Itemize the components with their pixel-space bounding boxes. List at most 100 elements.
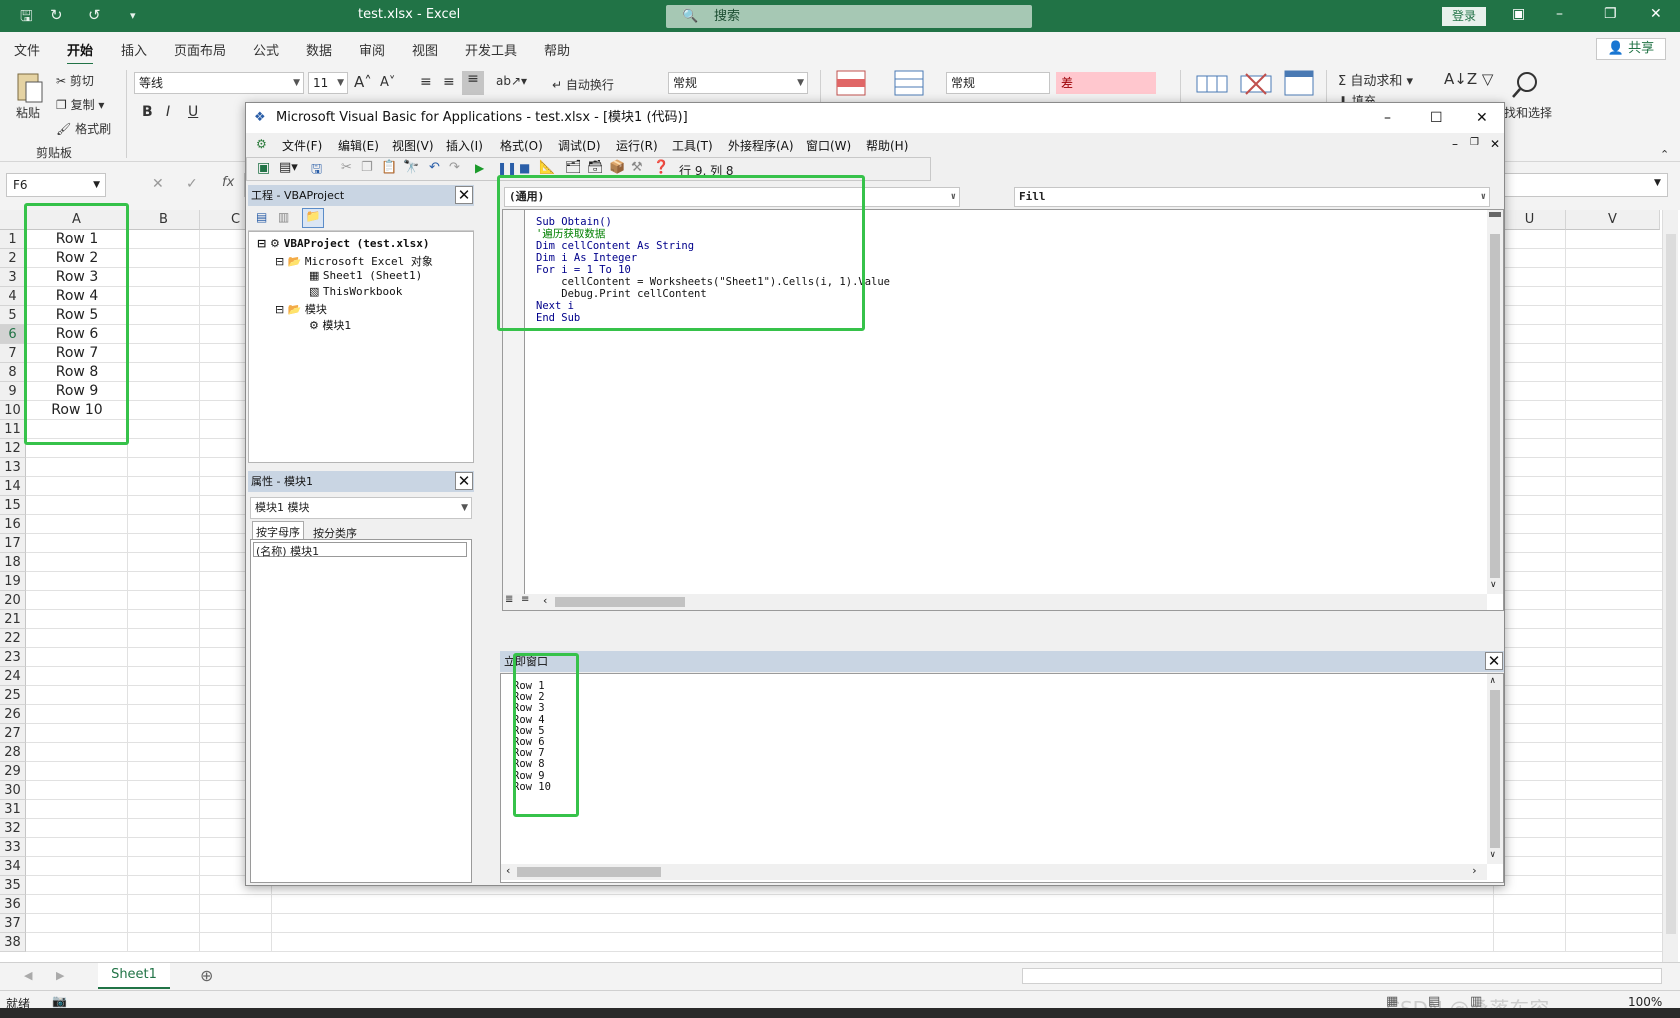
- font-size-combo[interactable]: 11 ▼: [308, 72, 348, 94]
- row-header[interactable]: 33: [0, 838, 26, 857]
- add-sheet-icon[interactable]: ⊕: [200, 966, 213, 985]
- save-icon[interactable]: 🖫: [20, 6, 33, 31]
- align-middle-icon[interactable]: ≡: [443, 74, 455, 90]
- format-cells-icon[interactable]: [1284, 70, 1314, 96]
- copy-button[interactable]: ❐ 复制 ▾: [56, 96, 104, 113]
- scroll-down-icon[interactable]: ∨: [1490, 580, 1497, 590]
- decrease-font-icon[interactable]: A˅: [380, 75, 395, 90]
- row-header[interactable]: 14: [0, 477, 26, 496]
- cancel-icon[interactable]: ✕: [152, 176, 164, 192]
- tab-file[interactable]: 文件: [14, 40, 40, 59]
- tab-review[interactable]: 审阅: [359, 40, 385, 59]
- row-header[interactable]: 37: [0, 914, 26, 933]
- view-object-icon[interactable]: ▥: [278, 210, 289, 224]
- scroll-up-icon[interactable]: ∧: [1490, 676, 1495, 686]
- project-pane-close[interactable]: ✕: [455, 186, 473, 204]
- code-vscroll-thumb[interactable]: [1490, 234, 1500, 578]
- row-header[interactable]: 13: [0, 458, 26, 477]
- row-header[interactable]: 30: [0, 781, 26, 800]
- toggle-folders-icon[interactable]: 📁: [302, 208, 324, 228]
- immediate-horizontal-scrollbar[interactable]: ‹ ›: [501, 864, 1487, 880]
- tab-view[interactable]: 视图: [412, 40, 438, 59]
- vba-redo-icon[interactable]: ↷: [449, 160, 460, 175]
- vba-cut-icon[interactable]: ✂: [341, 160, 352, 175]
- code-vertical-scrollbar[interactable]: ∨: [1487, 210, 1503, 594]
- customize-qat-icon[interactable]: ▾: [130, 9, 136, 22]
- row-header[interactable]: 20: [0, 591, 26, 610]
- row-header[interactable]: 24: [0, 667, 26, 686]
- vba-menu-tools[interactable]: 工具(T): [672, 137, 713, 154]
- row-header[interactable]: 29: [0, 762, 26, 781]
- search-box[interactable]: 🔍 搜索: [666, 5, 1032, 28]
- normal-view-icon[interactable]: ▦: [1386, 994, 1398, 1009]
- scroll-left-icon[interactable]: ‹: [543, 594, 547, 607]
- undo-icon[interactable]: ↺: [88, 6, 101, 24]
- sheet-horizontal-scrollbar[interactable]: [1022, 968, 1662, 984]
- object-browser-icon[interactable]: 📦: [609, 160, 625, 175]
- ribbon-display-icon[interactable]: ▣: [1512, 6, 1525, 22]
- tab-help[interactable]: 帮助: [544, 40, 570, 59]
- property-name-row[interactable]: (名称) 模块1: [253, 542, 467, 558]
- immediate-vscroll-thumb[interactable]: [1490, 690, 1500, 848]
- zoom-level[interactable]: 100%: [1628, 995, 1662, 1009]
- vba-close-button[interactable]: ✕: [1476, 103, 1488, 133]
- view-excel-icon[interactable]: ▣: [257, 160, 270, 176]
- vba-doc-close[interactable]: ✕: [1490, 137, 1500, 151]
- code-hscroll-thumb[interactable]: [555, 597, 685, 607]
- find-icon[interactable]: [1510, 70, 1540, 100]
- column-header-v[interactable]: V: [1566, 210, 1660, 230]
- sort-filter-icon[interactable]: A↓Z ▽: [1444, 70, 1493, 88]
- row-header[interactable]: 7: [0, 344, 26, 363]
- style-normal[interactable]: 常规: [946, 72, 1050, 94]
- vba-menu-format[interactable]: 格式(O): [500, 137, 543, 154]
- immediate-hscroll-thumb[interactable]: [517, 867, 661, 877]
- row-header[interactable]: 15: [0, 496, 26, 515]
- procedure-view-icon[interactable]: ≣: [505, 594, 513, 605]
- row-header[interactable]: 2: [0, 249, 26, 268]
- vba-menu-edit[interactable]: 编辑(E): [338, 137, 379, 154]
- row-header[interactable]: 4: [0, 287, 26, 306]
- collapse-ribbon-icon[interactable]: ⌃: [1660, 148, 1669, 161]
- row-header[interactable]: 38: [0, 933, 26, 952]
- row-header[interactable]: 23: [0, 648, 26, 667]
- row-header[interactable]: 25: [0, 686, 26, 705]
- login-button[interactable]: 登录: [1442, 7, 1486, 26]
- insert-module-icon[interactable]: ▤▾: [279, 160, 298, 175]
- prev-sheet-icon[interactable]: ◀: [24, 969, 32, 982]
- tree-item-module1[interactable]: ⚙ 模块1: [309, 317, 351, 333]
- vba-save-icon[interactable]: 🖫: [311, 160, 322, 182]
- row-header[interactable]: 19: [0, 572, 26, 591]
- autosum-button[interactable]: Σ 自动求和 ▾: [1338, 70, 1413, 89]
- toolbox-icon[interactable]: ⚒: [631, 160, 643, 175]
- row-header[interactable]: 10: [0, 401, 26, 420]
- tree-item-thisworkbook[interactable]: ▧ ThisWorkbook: [309, 285, 402, 298]
- immediate-window[interactable]: Row 1 Row 2 Row 3 Row 4 Row 5 Row 6 Row 7 Row 8…: [500, 673, 1504, 883]
- design-mode-icon[interactable]: 📐: [539, 160, 555, 175]
- vba-menu-file[interactable]: 文件(F): [282, 137, 322, 154]
- macro-record-icon[interactable]: 📷: [52, 994, 67, 1008]
- scroll-right-icon[interactable]: ›: [1471, 864, 1478, 877]
- row-header[interactable]: 26: [0, 705, 26, 724]
- row-header[interactable]: 11: [0, 420, 26, 439]
- font-name-combo[interactable]: 等线 ▼: [134, 72, 304, 94]
- vba-menu-window[interactable]: 窗口(W): [806, 137, 851, 154]
- row-header[interactable]: 31: [0, 800, 26, 819]
- number-format-combo[interactable]: 常规 ▼: [668, 72, 808, 94]
- row-header[interactable]: 6: [0, 325, 26, 344]
- vba-minimize-button[interactable]: –: [1384, 103, 1391, 133]
- close-button[interactable]: ✕: [1650, 6, 1662, 22]
- restore-button[interactable]: ❐: [1604, 6, 1617, 22]
- row-header[interactable]: 17: [0, 534, 26, 553]
- tree-item-vbaproject[interactable]: ⊟ ⚙ VBAProject (test.xlsx): [257, 237, 429, 250]
- select-all-corner[interactable]: [0, 210, 26, 230]
- vba-maximize-button[interactable]: ☐: [1430, 103, 1443, 133]
- page-break-view-icon[interactable]: ▥: [1470, 994, 1482, 1009]
- enter-icon[interactable]: ✓: [186, 176, 198, 192]
- name-box[interactable]: F6 ▼: [6, 173, 106, 197]
- full-module-view-icon[interactable]: ≡: [521, 594, 529, 605]
- properties-pane-close[interactable]: ✕: [455, 472, 473, 490]
- align-top-icon[interactable]: ≡: [420, 74, 432, 90]
- row-header[interactable]: 32: [0, 819, 26, 838]
- tab-developer[interactable]: 开发工具: [465, 40, 517, 59]
- view-code-icon[interactable]: ▤: [256, 210, 267, 224]
